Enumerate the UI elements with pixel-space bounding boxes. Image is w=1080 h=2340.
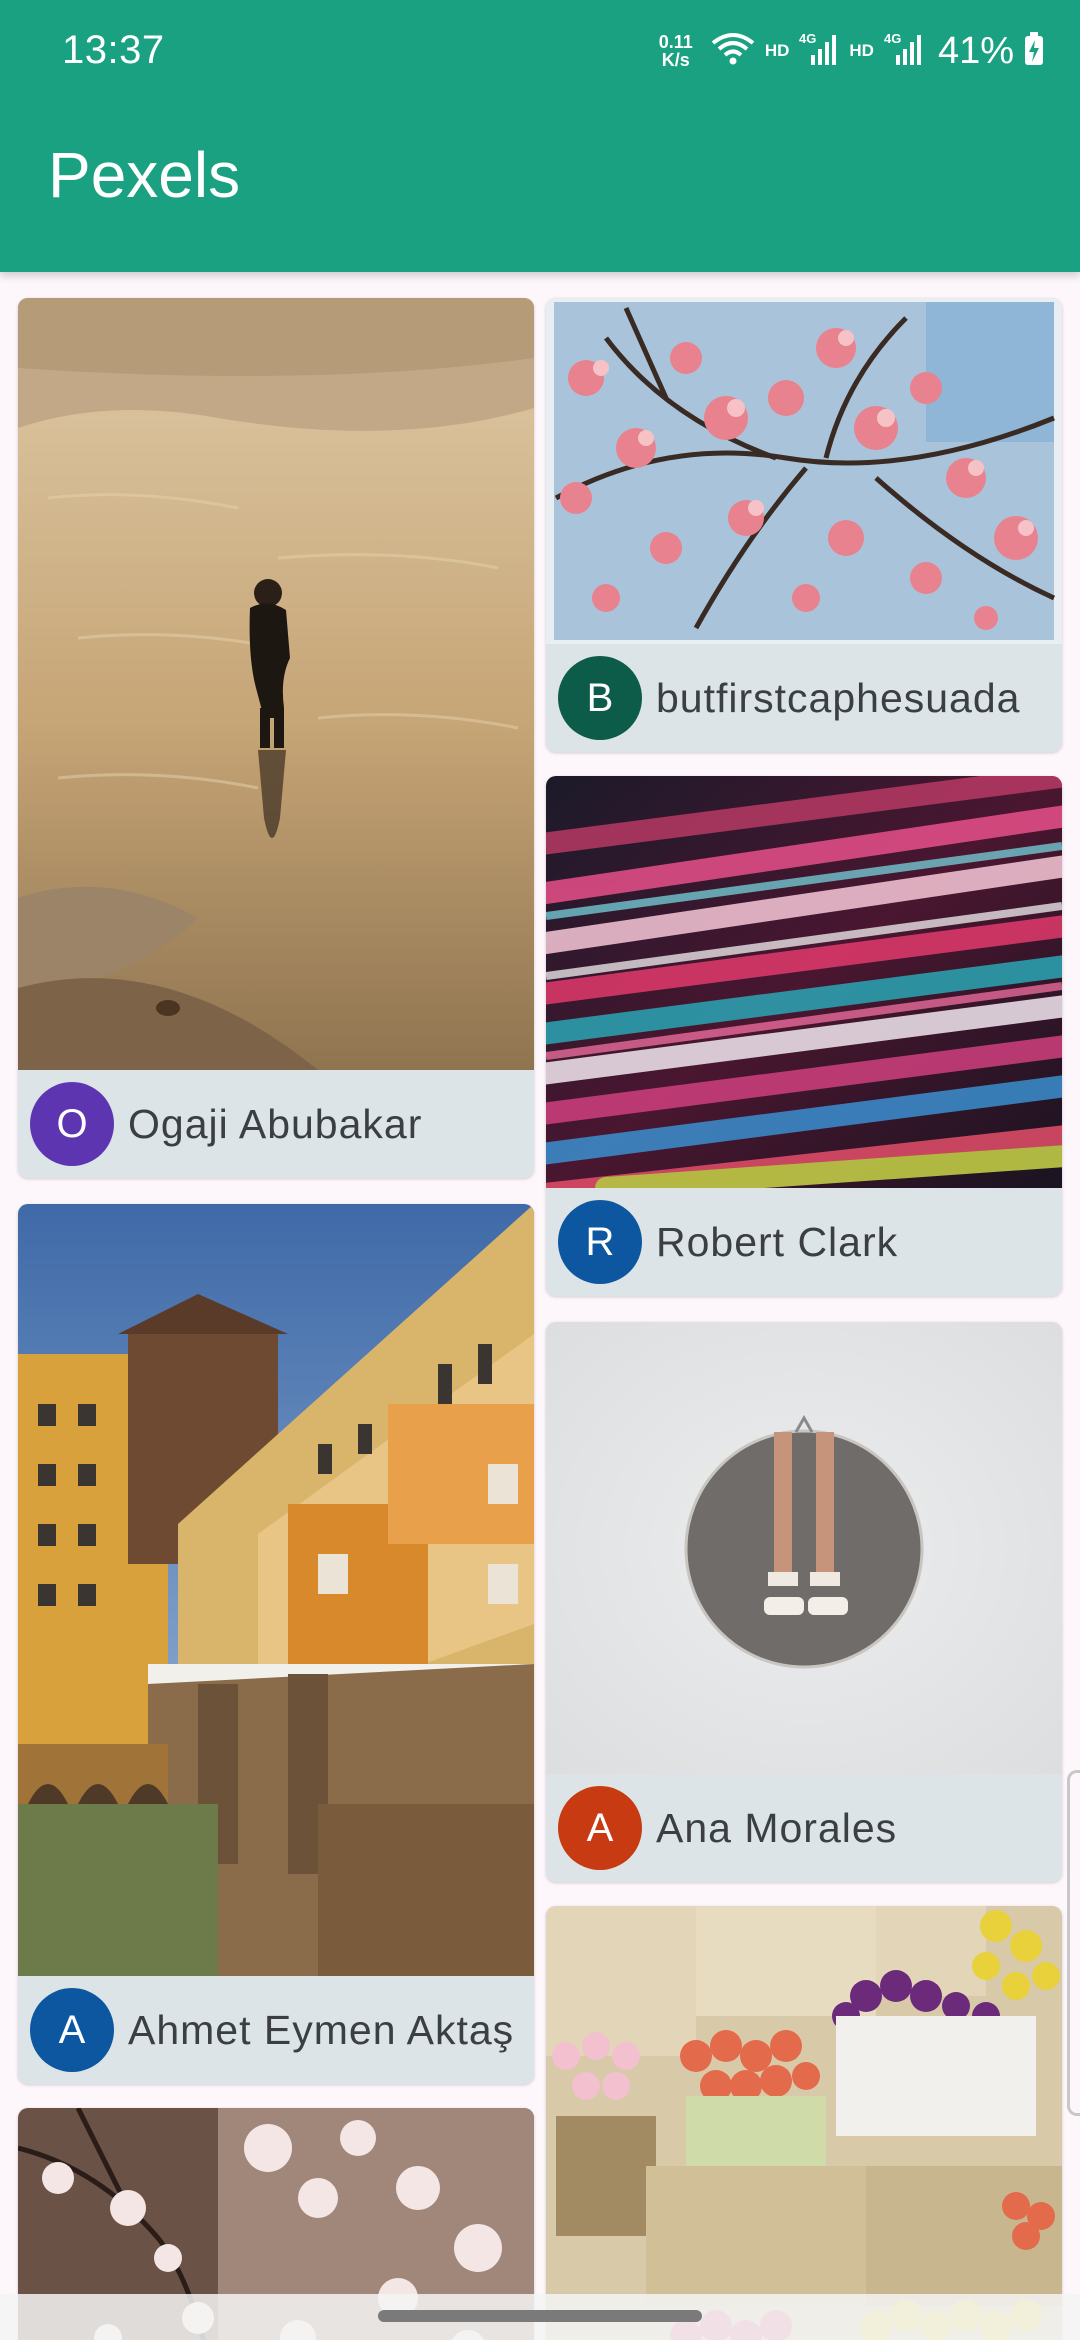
photo-card[interactable]: A Ana Morales xyxy=(546,1322,1062,1882)
hd-label-1: HD xyxy=(764,41,790,60)
photo-footer: B butfirstcaphesuada xyxy=(546,644,1062,752)
wifi-icon xyxy=(711,31,755,72)
photo-image xyxy=(18,298,534,1070)
battery-charging-icon xyxy=(1024,31,1044,71)
avatar-initial: R xyxy=(585,1219,615,1264)
home-gesture-handle[interactable] xyxy=(378,2310,702,2322)
network-speed: 0.11 K/s xyxy=(659,33,693,69)
network-speed-unit: K/s xyxy=(661,50,690,70)
app-title: Pexels xyxy=(48,139,241,211)
pexels-app: 13:37 0.11 K/s HD 4G HD 4G 41% Pexels O … xyxy=(0,0,1080,2340)
avatar: B xyxy=(558,656,642,740)
svg-text:4G: 4G xyxy=(884,31,901,46)
avatar-initial: B xyxy=(586,675,614,720)
photo-image xyxy=(546,776,1062,1188)
photo-footer: O Ogaji Abubakar xyxy=(18,1070,534,1178)
photo-image xyxy=(546,1906,1062,2340)
photo-image xyxy=(546,298,1062,644)
photo-image xyxy=(546,1322,1062,1774)
network-speed-value: 0.11 xyxy=(658,32,693,52)
avatar-initial: A xyxy=(58,2007,86,2052)
cell-signal-icon-2: 4G xyxy=(884,31,924,72)
avatar-initial: A xyxy=(586,1805,614,1850)
avatar-initial: O xyxy=(56,1101,88,1146)
photo-footer: A Ahmet Eymen Aktaş xyxy=(18,1976,534,2084)
avatar: R xyxy=(558,1200,642,1284)
status-icons: 0.11 K/s HD 4G HD 4G 41% xyxy=(659,26,1044,76)
battery-level: 41% xyxy=(937,29,1014,72)
photo-card[interactable] xyxy=(546,1906,1062,2340)
photographer-name: Ogaji Abubakar xyxy=(128,1100,423,1147)
svg-text:4G: 4G xyxy=(799,31,816,46)
photo-card[interactable]: B butfirstcaphesuada xyxy=(546,298,1062,752)
photo-card[interactable]: R Robert Clark xyxy=(546,776,1062,1296)
avatar: A xyxy=(30,1988,114,2072)
hd-label-2: HD xyxy=(849,41,874,60)
app-bar: 13:37 0.11 K/s HD 4G HD 4G 41% Pexels xyxy=(0,0,1080,272)
photo-footer: R Robert Clark xyxy=(546,1188,1062,1296)
photo-footer: A Ana Morales xyxy=(546,1774,1062,1882)
avatar: O xyxy=(30,1082,114,1166)
photo-card[interactable]: O Ogaji Abubakar xyxy=(18,298,534,1178)
photographer-name: Ahmet Eymen Aktaş xyxy=(128,2006,515,2053)
status-time: 13:37 xyxy=(62,28,165,72)
photographer-name: Ana Morales xyxy=(656,1804,898,1851)
photo-image xyxy=(18,1204,534,1976)
photographer-name: butfirstcaphesuada xyxy=(656,674,1021,721)
photographer-name: Robert Clark xyxy=(656,1218,899,1265)
avatar: A xyxy=(558,1786,642,1870)
scrollbar-thumb[interactable] xyxy=(1067,1770,1080,2116)
cell-signal-icon-1: 4G xyxy=(799,31,839,72)
photo-card[interactable]: A Ahmet Eymen Aktaş xyxy=(18,1204,534,2084)
